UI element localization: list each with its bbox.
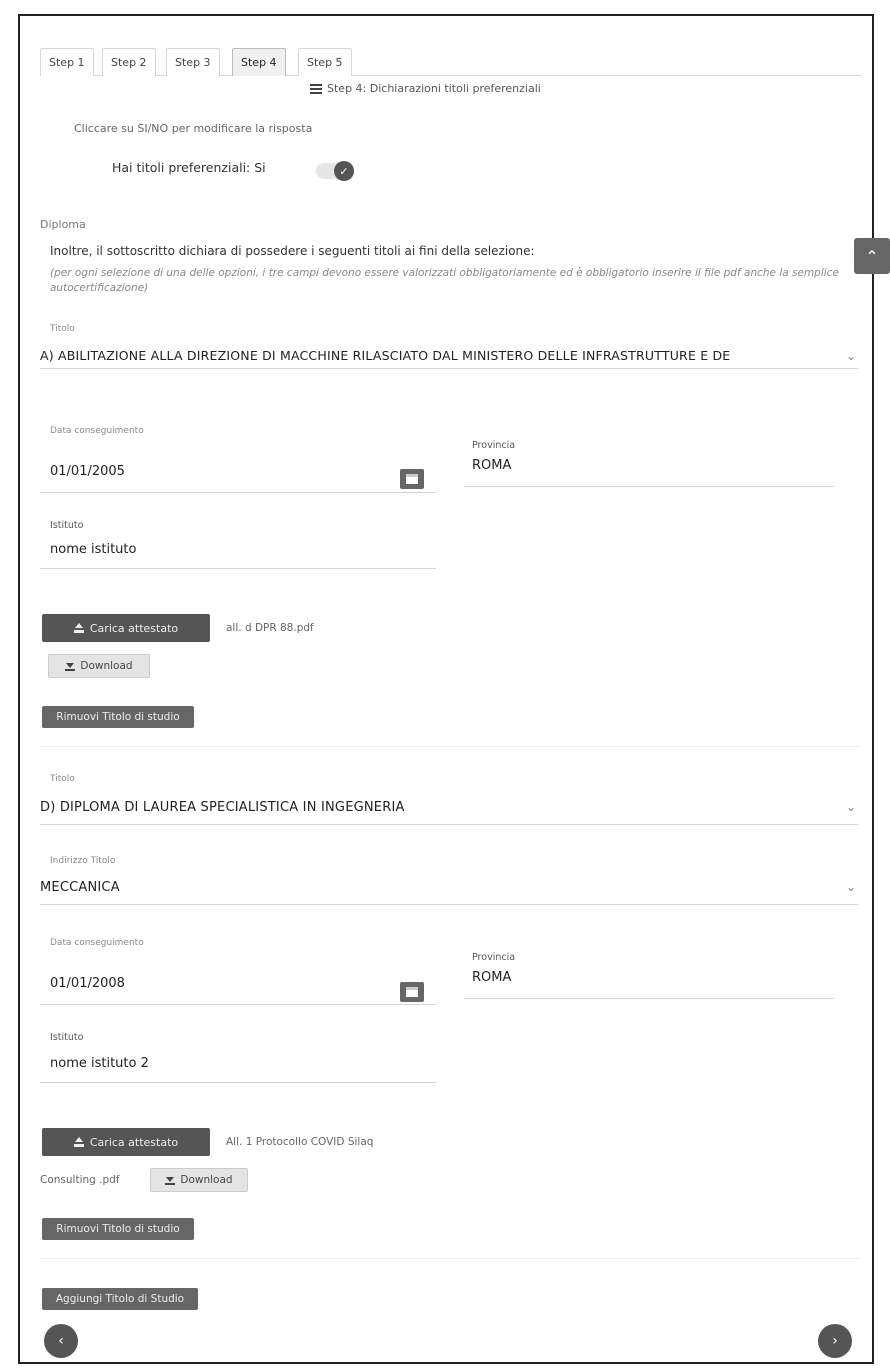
previous-step-button[interactable]: ‹ — [44, 1324, 78, 1358]
divider — [40, 492, 436, 493]
preferential-titles-label: Hai titoli preferenziali: Si — [112, 160, 266, 175]
provincia-input[interactable]: ROMA — [472, 970, 511, 985]
upload-certificate-button[interactable]: Carica attestato — [42, 614, 210, 642]
remove-title-label: Rimuovi Titolo di studio — [56, 711, 180, 723]
tab-step-3[interactable]: Step 3 — [166, 48, 220, 76]
declaration-intro: Inoltre, il sottoscritto dichiara di pos… — [50, 244, 535, 258]
list-icon — [310, 83, 322, 94]
provincia-label: Provincia — [472, 952, 516, 963]
data-conseguimento-label: Data conseguimento — [50, 426, 144, 436]
upload-icon — [73, 1137, 84, 1147]
divider — [40, 568, 436, 569]
divider — [40, 1082, 436, 1083]
next-step-button[interactable]: › — [818, 1324, 852, 1358]
divider — [464, 998, 834, 999]
chevron-up-icon: ⌃ — [865, 246, 879, 266]
section-label: Diploma — [40, 218, 86, 231]
remove-title-button[interactable]: Rimuovi Titolo di studio — [42, 706, 194, 728]
indirizzo-titolo-select[interactable]: MECCANICA — [40, 880, 120, 895]
tab-step-5[interactable]: Step 5 — [298, 48, 352, 76]
divider — [464, 486, 834, 487]
download-label: Download — [180, 1174, 233, 1186]
attached-file-name: All. 1 Protocollo COVID Silaq — [226, 1136, 374, 1148]
download-label: Download — [80, 660, 133, 672]
download-button[interactable]: Download — [150, 1168, 248, 1192]
titolo-select[interactable]: A) ABILITAZIONE ALLA DIREZIONE DI MACCHI… — [40, 348, 730, 363]
step-title-text: Step 4: Dichiarazioni titoli preferenzia… — [327, 82, 541, 95]
step-tabs: Step 1 Step 2 Step 3 Step 4 Step 5 — [40, 42, 862, 76]
separator — [40, 746, 860, 747]
chevron-left-icon: ‹ — [58, 1333, 64, 1349]
provincia-label: Provincia — [472, 440, 516, 451]
check-icon: ✓ — [334, 161, 354, 181]
download-button[interactable]: Download — [48, 654, 150, 678]
step-title: Step 4: Dichiarazioni titoli preferenzia… — [310, 82, 541, 95]
provincia-input[interactable]: ROMA — [472, 458, 511, 473]
istituto-label: Istituto — [50, 520, 84, 531]
data-conseguimento-input[interactable]: 01/01/2008 — [50, 976, 125, 991]
chevron-down-icon[interactable]: ⌄ — [846, 349, 856, 363]
chevron-down-icon[interactable]: ⌄ — [846, 880, 856, 894]
remove-title-label: Rimuovi Titolo di studio — [56, 1223, 180, 1235]
divider — [40, 904, 858, 905]
istituto-input[interactable]: nome istituto 2 — [50, 1056, 149, 1071]
tab-step-4[interactable]: Step 4 — [232, 48, 286, 76]
separator — [40, 1258, 860, 1259]
upload-certificate-label: Carica attestato — [89, 621, 179, 635]
data-conseguimento-input[interactable]: 01/01/2005 — [50, 464, 125, 479]
add-title-button[interactable]: Aggiungi Titolo di Studio — [42, 1288, 198, 1310]
upload-certificate-button[interactable]: Carica attestato — [42, 1128, 210, 1156]
attached-file-name: all. d DPR 88.pdf — [226, 622, 314, 634]
declaration-note: (per ogni selezione di una delle opzioni… — [50, 267, 839, 294]
download-icon — [165, 1175, 176, 1185]
upload-icon — [73, 623, 84, 633]
data-conseguimento-label: Data conseguimento — [50, 938, 144, 948]
remove-title-button[interactable]: Rimuovi Titolo di studio — [42, 1218, 194, 1240]
calendar-icon[interactable] — [400, 982, 424, 1002]
istituto-input[interactable]: nome istituto — [50, 542, 136, 557]
titolo-label: Titolo — [50, 774, 75, 784]
add-title-label: Aggiungi Titolo di Studio — [55, 1293, 185, 1305]
divider — [40, 1004, 436, 1005]
titolo-select[interactable]: D) DIPLOMA DI LAUREA SPECIALISTICA IN IN… — [40, 800, 405, 815]
istituto-label: Istituto — [50, 1032, 84, 1043]
attached-file-name-continued: Consulting .pdf — [40, 1174, 120, 1186]
wizard-panel: Step 1 Step 2 Step 3 Step 4 Step 5 Step … — [18, 14, 890, 1364]
titolo-label: Titolo — [50, 324, 75, 334]
upload-certificate-label: Carica attestato — [89, 1135, 179, 1149]
indirizzo-titolo-label: Indirizzo Titolo — [50, 856, 116, 866]
toggle-hint: Cliccare su SI/NO per modificare la risp… — [74, 122, 313, 135]
divider — [40, 368, 858, 369]
chevron-down-icon[interactable]: ⌄ — [846, 800, 856, 814]
tab-step-1[interactable]: Step 1 — [40, 48, 94, 76]
download-icon — [65, 661, 76, 671]
chevron-right-icon: › — [832, 1333, 838, 1349]
calendar-icon[interactable] — [400, 469, 424, 489]
divider — [40, 824, 858, 825]
preferential-titles-toggle[interactable]: ✓ — [316, 161, 354, 181]
scroll-top-button[interactable]: ⌃ — [854, 238, 890, 274]
tab-step-2[interactable]: Step 2 — [102, 48, 156, 76]
